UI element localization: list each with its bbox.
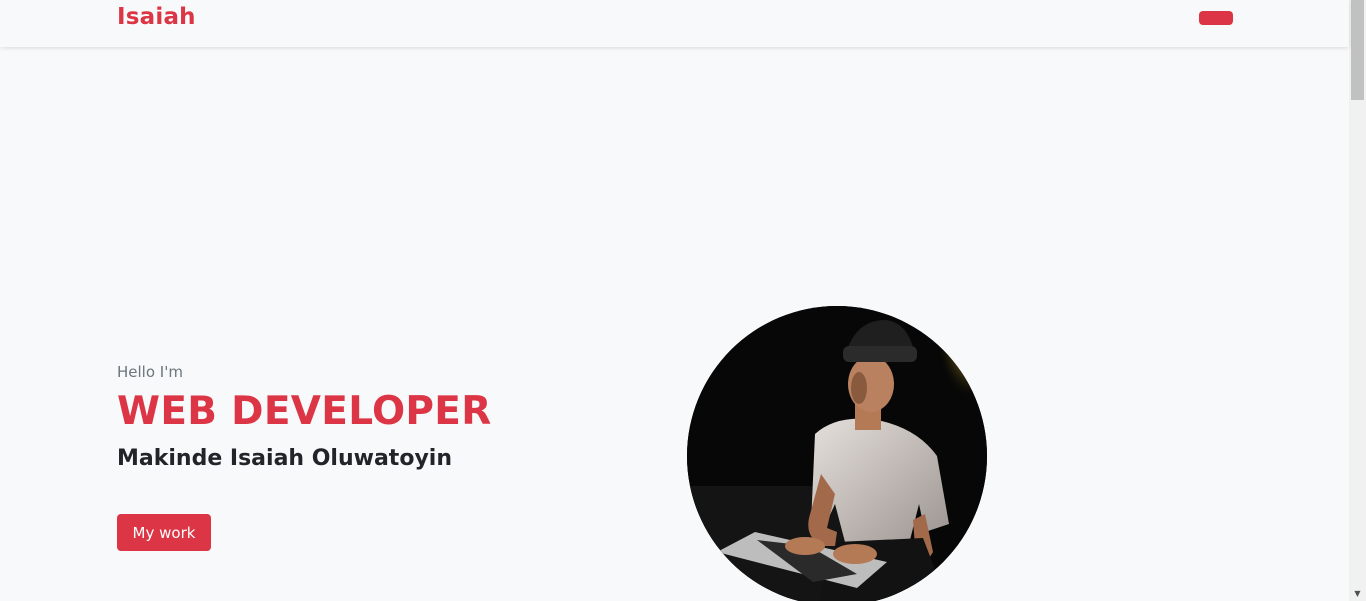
page-scrollbar[interactable]: ▼ — [1349, 0, 1366, 601]
my-work-button[interactable]: My work — [117, 514, 211, 551]
hero-greeting: Hello I'm — [117, 363, 183, 381]
scrollbar-thumb[interactable] — [1351, 0, 1364, 100]
top-navbar: Isaiah — [0, 0, 1349, 47]
brand-logo[interactable]: Isaiah — [117, 4, 196, 30]
hero-role: WEB DEVELOPER — [117, 389, 492, 434]
scroll-down-arrow-icon[interactable]: ▼ — [1349, 587, 1366, 601]
hero-name: Makinde Isaiah Oluwatoyin — [117, 446, 452, 471]
hero-text: Hello I'm WEB DEVELOPER Makinde Isaiah O… — [117, 362, 492, 474]
portrait-photo — [687, 306, 987, 601]
portrait-illustration — [687, 306, 987, 601]
menu-toggle-button[interactable] — [1199, 11, 1233, 25]
